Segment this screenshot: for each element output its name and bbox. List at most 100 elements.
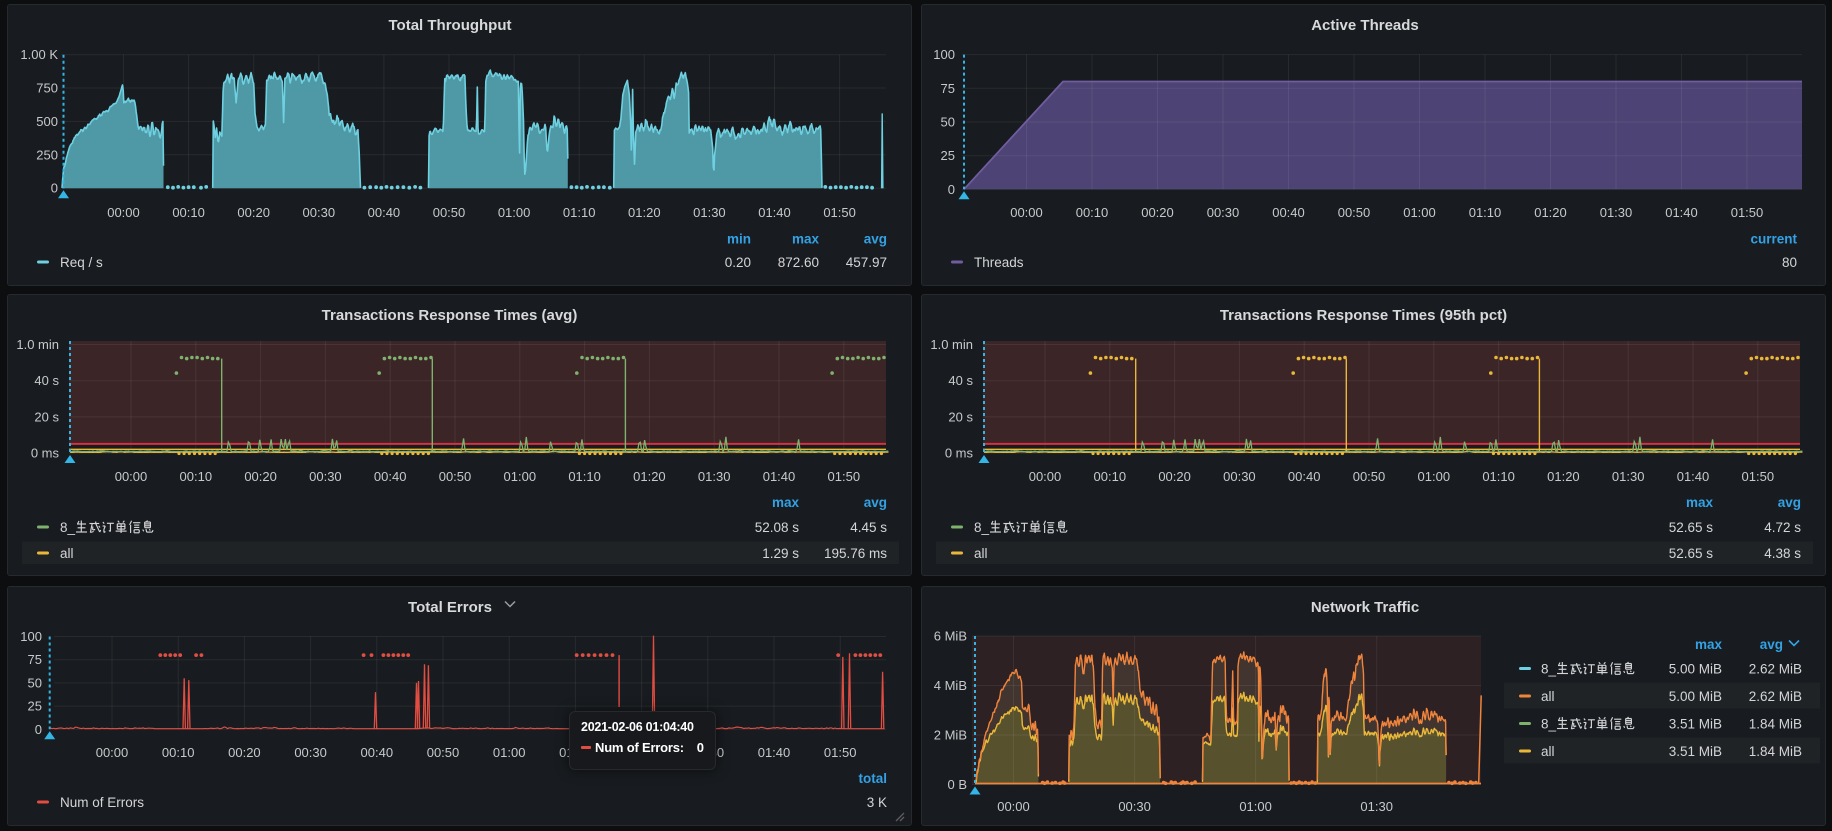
svg-text:01:10: 01:10 bbox=[568, 469, 601, 484]
svg-text:01:00: 01:00 bbox=[1239, 799, 1272, 814]
svg-text:100: 100 bbox=[933, 47, 955, 62]
svg-text:Req / s: Req / s bbox=[60, 255, 103, 270]
svg-text:1.0 min: 1.0 min bbox=[16, 337, 59, 352]
svg-text:0 ms: 0 ms bbox=[31, 446, 60, 461]
svg-text:avg: avg bbox=[1778, 495, 1801, 510]
svg-text:872.60: 872.60 bbox=[778, 255, 819, 270]
svg-text:Num of Errors: Num of Errors bbox=[60, 795, 144, 810]
svg-text:00:40: 00:40 bbox=[368, 205, 401, 220]
svg-text:00:30: 00:30 bbox=[294, 745, 327, 760]
svg-text:0.20: 0.20 bbox=[725, 255, 751, 270]
svg-text:52.08 s: 52.08 s bbox=[755, 520, 800, 535]
svg-text:8_: 8_ bbox=[974, 520, 990, 535]
svg-text:2 MiB: 2 MiB bbox=[934, 728, 967, 743]
svg-text:01:20: 01:20 bbox=[1534, 205, 1567, 220]
svg-text:00:10: 00:10 bbox=[1076, 205, 1109, 220]
svg-text:all: all bbox=[974, 546, 988, 561]
svg-text:00:50: 00:50 bbox=[427, 745, 460, 760]
svg-text:1.00 K: 1.00 K bbox=[20, 47, 58, 62]
svg-text:min: min bbox=[727, 232, 751, 247]
svg-text:01:00: 01:00 bbox=[1418, 469, 1451, 484]
svg-text:current: current bbox=[1750, 232, 1797, 247]
svg-text:75: 75 bbox=[941, 81, 955, 96]
svg-text:01:30: 01:30 bbox=[1360, 799, 1393, 814]
svg-text:all: all bbox=[60, 546, 74, 561]
svg-text:00:00: 00:00 bbox=[1029, 469, 1062, 484]
svg-text:1.84 MiB: 1.84 MiB bbox=[1749, 717, 1802, 732]
svg-text:3.51 MiB: 3.51 MiB bbox=[1669, 717, 1722, 732]
svg-text:01:40: 01:40 bbox=[758, 745, 791, 760]
svg-text:01:50: 01:50 bbox=[824, 745, 857, 760]
svg-text:50: 50 bbox=[941, 115, 955, 130]
svg-text:40 s: 40 s bbox=[948, 373, 973, 388]
svg-text:max: max bbox=[792, 232, 820, 247]
svg-text:195.76 ms: 195.76 ms bbox=[824, 546, 887, 561]
svg-text:max: max bbox=[1686, 495, 1714, 510]
svg-text:00:50: 00:50 bbox=[1338, 205, 1371, 220]
svg-text:00:10: 00:10 bbox=[162, 745, 195, 760]
svg-text:01:30: 01:30 bbox=[693, 205, 726, 220]
svg-text:52.65 s: 52.65 s bbox=[1669, 546, 1714, 561]
svg-text:01:00: 01:00 bbox=[504, 469, 537, 484]
svg-text:00:30: 00:30 bbox=[303, 205, 336, 220]
svg-text:01:30: 01:30 bbox=[698, 469, 731, 484]
svg-text:01:50: 01:50 bbox=[1742, 469, 1775, 484]
svg-text:4.38 s: 4.38 s bbox=[1764, 546, 1801, 561]
svg-text:01:50: 01:50 bbox=[828, 469, 861, 484]
svg-text:00:30: 00:30 bbox=[309, 469, 342, 484]
svg-text:3.51 MiB: 3.51 MiB bbox=[1669, 744, 1722, 759]
svg-text:00:20: 00:20 bbox=[228, 745, 261, 760]
svg-text:01:20: 01:20 bbox=[628, 205, 661, 220]
svg-text:0 ms: 0 ms bbox=[945, 446, 974, 461]
svg-text:40 s: 40 s bbox=[34, 373, 59, 388]
svg-text:4.45 s: 4.45 s bbox=[850, 520, 887, 535]
svg-text:80: 80 bbox=[1782, 255, 1797, 270]
svg-text:00:20: 00:20 bbox=[1158, 469, 1191, 484]
svg-text:00:40: 00:40 bbox=[374, 469, 407, 484]
svg-text:01:20: 01:20 bbox=[633, 469, 666, 484]
svg-text:01:10: 01:10 bbox=[563, 205, 596, 220]
svg-text:00:30: 00:30 bbox=[1207, 205, 1240, 220]
svg-text:00:10: 00:10 bbox=[1094, 469, 1127, 484]
svg-text:00:20: 00:20 bbox=[244, 469, 277, 484]
svg-text:500: 500 bbox=[36, 114, 58, 129]
svg-text:01:40: 01:40 bbox=[763, 469, 796, 484]
svg-text:0: 0 bbox=[35, 722, 42, 737]
svg-text:00:00: 00:00 bbox=[1010, 205, 1043, 220]
svg-text:Total Throughput: Total Throughput bbox=[388, 17, 511, 34]
svg-text:250: 250 bbox=[36, 147, 58, 162]
svg-text:00:50: 00:50 bbox=[1353, 469, 1386, 484]
svg-text:00:00: 00:00 bbox=[115, 469, 148, 484]
svg-text:Active Threads: Active Threads bbox=[1311, 17, 1419, 34]
svg-text:Transactions Response Times (a: Transactions Response Times (avg) bbox=[322, 307, 578, 324]
svg-text:52.65 s: 52.65 s bbox=[1669, 520, 1714, 535]
svg-text:Threads: Threads bbox=[974, 255, 1024, 270]
svg-text:all: all bbox=[1541, 744, 1555, 759]
svg-text:Total Errors: Total Errors bbox=[408, 599, 492, 616]
svg-text:max: max bbox=[772, 495, 800, 510]
svg-text:8_: 8_ bbox=[1541, 717, 1557, 732]
svg-text:5.00 MiB: 5.00 MiB bbox=[1669, 689, 1722, 704]
svg-text:00:30: 00:30 bbox=[1118, 799, 1151, 814]
svg-text:75: 75 bbox=[28, 652, 42, 667]
svg-text:00:20: 00:20 bbox=[1141, 205, 1174, 220]
svg-text:6 MiB: 6 MiB bbox=[934, 629, 967, 644]
svg-text:01:40: 01:40 bbox=[1677, 469, 1710, 484]
svg-text:avg: avg bbox=[864, 495, 887, 510]
svg-text:00:30: 00:30 bbox=[1223, 469, 1256, 484]
svg-text:1.29 s: 1.29 s bbox=[762, 546, 799, 561]
svg-text:25: 25 bbox=[28, 699, 42, 714]
svg-text:8_: 8_ bbox=[1541, 662, 1557, 677]
svg-text:0 B: 0 B bbox=[947, 777, 967, 792]
svg-text:01:30: 01:30 bbox=[1612, 469, 1645, 484]
svg-text:100: 100 bbox=[20, 629, 42, 644]
svg-text:00:10: 00:10 bbox=[180, 469, 213, 484]
svg-text:Network Traffic: Network Traffic bbox=[1311, 599, 1419, 616]
svg-text:00:50: 00:50 bbox=[439, 469, 472, 484]
svg-text:01:40: 01:40 bbox=[758, 205, 791, 220]
svg-text:00:00: 00:00 bbox=[997, 799, 1030, 814]
svg-text:01:50: 01:50 bbox=[1731, 205, 1764, 220]
svg-text:00:40: 00:40 bbox=[1272, 205, 1305, 220]
svg-text:0: 0 bbox=[948, 182, 955, 197]
svg-text:25: 25 bbox=[941, 148, 955, 163]
